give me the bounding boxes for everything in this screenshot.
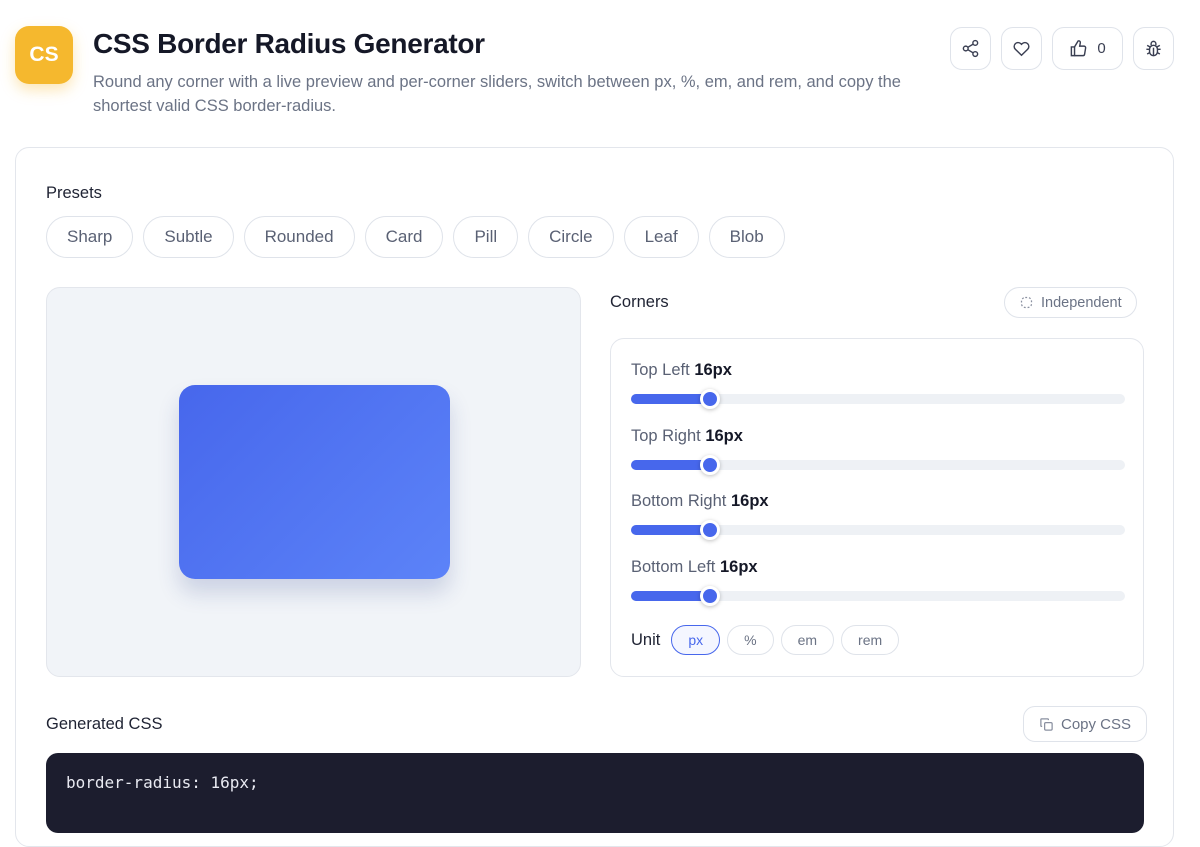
unlink-icon <box>1020 296 1033 309</box>
slider-name: Top Right <box>631 427 701 445</box>
slider-top-right: Top Right 16px <box>631 427 1125 487</box>
like-count: 0 <box>1097 40 1106 57</box>
slider-thumb[interactable] <box>700 389 721 409</box>
slider-thumb[interactable] <box>700 520 721 540</box>
independent-toggle[interactable]: Independent <box>1004 287 1137 318</box>
top-right-slider[interactable] <box>631 455 1125 475</box>
generator-card: Presets Sharp Subtle Rounded Card Pill C… <box>15 147 1174 847</box>
slider-label: Bottom Left 16px <box>631 558 758 577</box>
page-header: CS CSS Border Radius Generator Round any… <box>0 0 1200 140</box>
bottom-right-slider[interactable] <box>631 520 1125 540</box>
slider-label: Top Right 16px <box>631 427 743 446</box>
preset-sharp[interactable]: Sharp <box>46 216 134 258</box>
unit-em-button[interactable]: em <box>780 625 835 655</box>
slider-fill <box>631 460 711 470</box>
slider-bottom-left: Bottom Left 16px <box>631 558 1125 618</box>
preset-circle[interactable]: Circle <box>528 216 614 258</box>
css-output[interactable]: border-radius: 16px; <box>46 753 1144 833</box>
preview-shape <box>179 385 450 579</box>
unit-percent-button[interactable]: % <box>727 625 774 655</box>
slider-value: 16px <box>694 361 732 379</box>
presets-list: Sharp Subtle Rounded Card Pill Circle Le… <box>46 216 785 258</box>
top-left-slider[interactable] <box>631 389 1125 409</box>
copy-css-label: Copy CSS <box>1061 715 1132 733</box>
slider-thumb[interactable] <box>700 586 721 606</box>
corners-panel: Top Left 16px Top Right 16px Bottom Righ… <box>610 338 1144 677</box>
favorite-button[interactable] <box>1001 27 1042 70</box>
app-logo: CS <box>15 26 73 84</box>
thumbs-up-icon <box>1070 40 1087 57</box>
preset-blob[interactable]: Blob <box>708 216 785 258</box>
bottom-left-slider[interactable] <box>631 586 1125 606</box>
report-bug-button[interactable] <box>1133 27 1174 70</box>
unit-px-button[interactable]: px <box>671 625 721 655</box>
preset-pill[interactable]: Pill <box>453 216 519 258</box>
preset-rounded[interactable]: Rounded <box>243 216 355 258</box>
corners-label: Corners <box>610 293 669 311</box>
copy-icon <box>1040 717 1053 731</box>
slider-top-left: Top Left 16px <box>631 361 1125 421</box>
slider-name: Bottom Left <box>631 558 716 576</box>
preview-area <box>46 287 581 677</box>
slider-value: 16px <box>730 492 769 510</box>
generated-css-label: Generated CSS <box>46 715 163 733</box>
heart-icon <box>1013 41 1030 57</box>
preset-subtle[interactable]: Subtle <box>143 216 234 258</box>
page-subtitle: Round any corner with a live preview and… <box>93 73 901 115</box>
slider-label: Top Left 16px <box>631 361 732 380</box>
preset-leaf[interactable]: Leaf <box>623 216 699 258</box>
page-title: CSS Border Radius Generator <box>93 28 485 59</box>
slider-value: 16px <box>705 427 743 445</box>
independent-toggle-label: Independent <box>1041 294 1122 311</box>
preset-card[interactable]: Card <box>364 216 444 258</box>
unit-rem-button[interactable]: rem <box>841 625 900 655</box>
unit-selector: Unit px % em rem <box>631 625 900 655</box>
slider-label: Bottom Right 16px <box>631 492 769 511</box>
presets-label: Presets <box>46 184 102 202</box>
slider-fill <box>631 591 711 601</box>
slider-thumb[interactable] <box>700 455 721 475</box>
like-button[interactable]: 0 <box>1052 27 1123 70</box>
slider-value: 16px <box>719 558 758 576</box>
copy-css-button[interactable]: Copy CSS <box>1023 706 1148 742</box>
slider-name: Bottom Right <box>631 492 727 510</box>
slider-fill <box>631 394 711 404</box>
bug-icon <box>1146 40 1161 57</box>
slider-fill <box>631 525 711 535</box>
share-icon <box>962 39 979 58</box>
unit-label: Unit <box>631 630 661 649</box>
share-button[interactable] <box>950 27 991 70</box>
slider-name: Top Left <box>631 361 690 379</box>
slider-bottom-right: Bottom Right 16px <box>631 492 1125 552</box>
